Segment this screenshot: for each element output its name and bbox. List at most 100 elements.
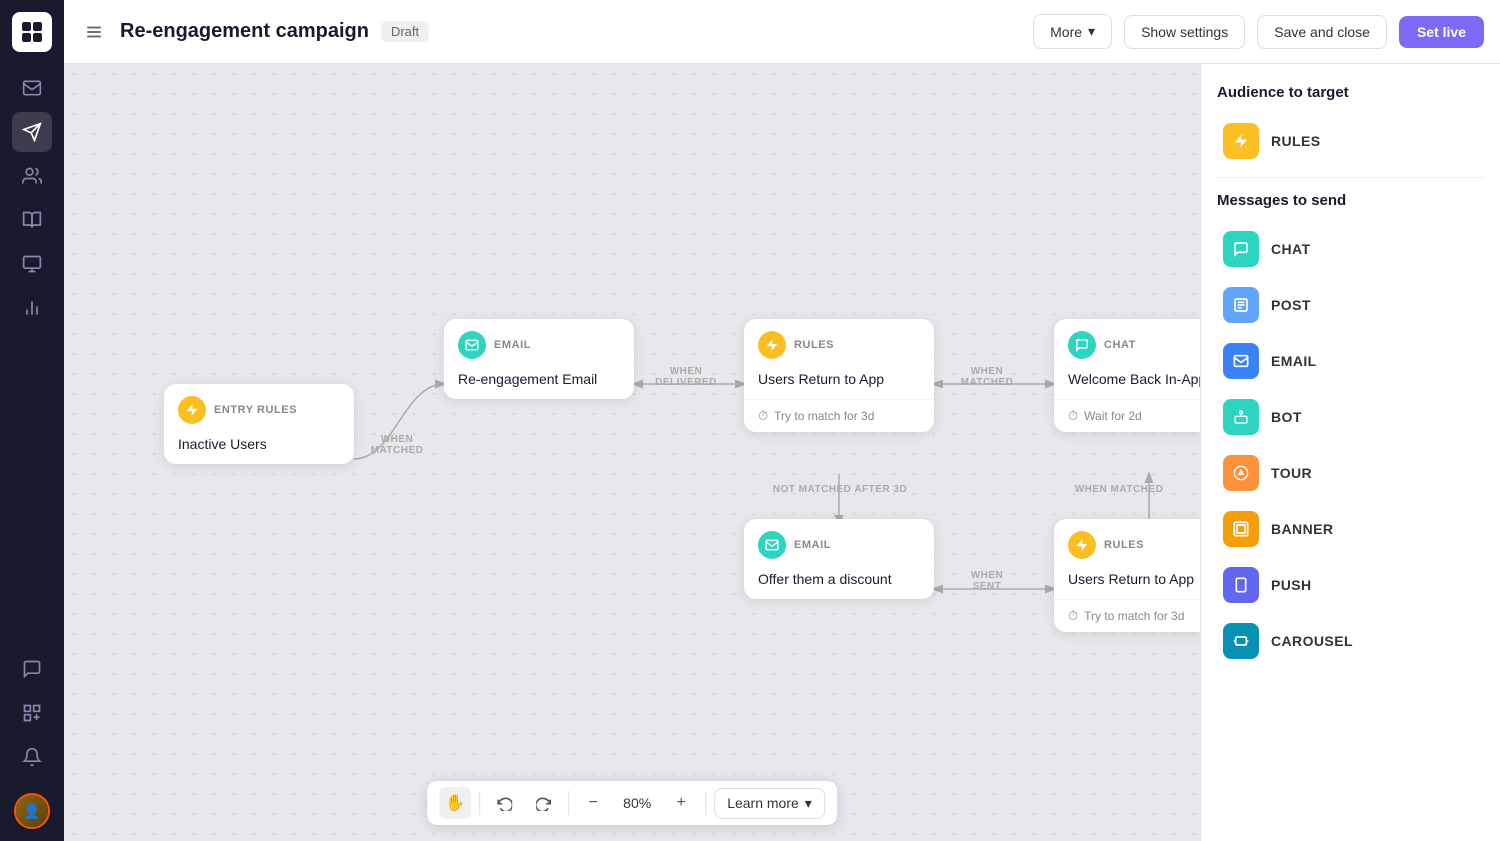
panel-item-rules-audience[interactable]: RULES — [1217, 115, 1484, 167]
rules1-type-label: RULES — [794, 339, 834, 351]
toolbar-divider-3 — [705, 791, 706, 815]
panel-item-chat[interactable]: CHAT — [1217, 223, 1484, 275]
messages-section-title: Messages to send — [1217, 192, 1484, 209]
toolbar-divider-1 — [479, 791, 480, 815]
panel-item-carousel[interactable]: CAROUSEL — [1217, 615, 1484, 667]
banner-panel-icon — [1223, 511, 1259, 547]
panel-item-banner[interactable]: BANNER — [1217, 503, 1484, 555]
push-panel-label: PUSH — [1271, 577, 1312, 593]
audience-section-title: Audience to target — [1217, 84, 1484, 101]
connector-when-delivered: WHENDELIVERED — [641, 366, 731, 388]
rules-node-2[interactable]: RULES Users Return to App ⏱ Try to match… — [1054, 519, 1200, 632]
email1-icon — [458, 331, 486, 359]
sidebar-item-mail[interactable] — [12, 68, 52, 108]
bot-panel-label: BOT — [1271, 409, 1302, 425]
chat-panel-icon — [1223, 231, 1259, 267]
main-content: Re-engagement campaign Draft More ▾ Show… — [64, 0, 1500, 841]
panel-item-bot[interactable]: BOT — [1217, 391, 1484, 443]
panel-item-push[interactable]: PUSH — [1217, 559, 1484, 611]
post-panel-label: POST — [1271, 297, 1311, 313]
banner-panel-label: BANNER — [1271, 521, 1333, 537]
sidebar-item-notifications[interactable] — [12, 737, 52, 777]
page-title: Re-engagement campaign — [120, 20, 369, 43]
carousel-panel-icon — [1223, 623, 1259, 659]
entry-type-label: ENTRY RULES — [214, 404, 297, 416]
email2-content: Offer them a discount — [744, 567, 934, 599]
chat-icon — [1068, 331, 1096, 359]
right-panel: Audience to target RULES Messages to sen… — [1200, 64, 1500, 841]
rules2-type-label: RULES — [1104, 539, 1144, 551]
rules1-icon — [758, 331, 786, 359]
email-node-2[interactable]: EMAIL Offer them a discount — [744, 519, 934, 599]
panel-item-tour[interactable]: TOUR — [1217, 447, 1484, 499]
topbar: Re-engagement campaign Draft More ▾ Show… — [64, 0, 1500, 64]
undo-button[interactable] — [488, 787, 520, 819]
email1-content: Re-engagement Email — [444, 367, 634, 399]
rules-audience-icon — [1223, 123, 1259, 159]
show-settings-button[interactable]: Show settings — [1124, 15, 1245, 49]
zoom-out-button[interactable]: − — [577, 787, 609, 819]
rules2-content: Users Return to App — [1054, 567, 1200, 599]
panel-separator — [1217, 177, 1484, 178]
chat-node[interactable]: CHAT Welcome Back In-App ⏱ Wait for 2d — [1054, 319, 1200, 432]
rules2-icon — [1068, 531, 1096, 559]
learn-more-button[interactable]: Learn more ▾ — [714, 788, 825, 819]
connector-when-matched-3: WHEN MATCHED — [1074, 484, 1164, 495]
rules1-footer: ⏱ Try to match for 3d — [744, 399, 934, 432]
sidebar-item-analytics[interactable] — [12, 288, 52, 328]
push-panel-icon — [1223, 567, 1259, 603]
email1-type-label: EMAIL — [494, 339, 531, 351]
sidebar-item-addons[interactable] — [12, 693, 52, 733]
canvas-toolbar: ✋ − 80% + Learn more ▾ — [427, 781, 837, 825]
rules-audience-label: RULES — [1271, 133, 1321, 149]
entry-rules-node[interactable]: ENTRY RULES Inactive Users — [164, 384, 354, 464]
connector-when-matched-1: WHENMATCHED — [362, 434, 432, 456]
chat-footer: ⏱ Wait for 2d — [1054, 399, 1200, 432]
chat-content: Welcome Back In-App — [1054, 367, 1200, 399]
rules-node-1[interactable]: RULES Users Return to App ⏱ Try to match… — [744, 319, 934, 432]
email-node-1[interactable]: EMAIL Re-engagement Email — [444, 319, 634, 399]
email2-type-label: EMAIL — [794, 539, 831, 551]
sidebar-item-campaigns[interactable] — [12, 112, 52, 152]
tour-panel-icon — [1223, 455, 1259, 491]
hand-tool-button[interactable]: ✋ — [439, 787, 471, 819]
chat-panel-label: CHAT — [1271, 241, 1311, 257]
user-avatar[interactable]: 👤 — [14, 793, 50, 829]
tour-panel-label: TOUR — [1271, 465, 1312, 481]
node-header: ENTRY RULES — [164, 384, 354, 432]
redo-button[interactable] — [528, 787, 560, 819]
flow-canvas[interactable]: ENTRY RULES Inactive Users WHENMATCHED E… — [64, 64, 1200, 841]
rules1-content: Users Return to App — [744, 367, 934, 399]
avatar-initials: 👤 — [16, 795, 48, 827]
save-close-button[interactable]: Save and close — [1257, 15, 1387, 49]
email-panel-icon — [1223, 343, 1259, 379]
canvas-area: ENTRY RULES Inactive Users WHENMATCHED E… — [64, 64, 1500, 841]
sidebar-item-messages[interactable] — [12, 649, 52, 689]
learn-more-dropdown-icon: ▾ — [805, 795, 812, 812]
more-button[interactable]: More ▾ — [1033, 14, 1112, 49]
app-logo[interactable] — [12, 12, 52, 52]
entry-rules-icon — [178, 396, 206, 424]
dropdown-icon: ▾ — [1088, 23, 1095, 40]
connector-not-matched: NOT MATCHED AFTER 3D — [750, 484, 930, 495]
panel-item-post[interactable]: POST — [1217, 279, 1484, 331]
sidebar-item-users[interactable] — [12, 156, 52, 196]
carousel-panel-label: CAROUSEL — [1271, 633, 1353, 649]
menu-icon[interactable] — [80, 18, 108, 46]
draft-badge: Draft — [381, 21, 429, 42]
sidebar: 👤 — [0, 0, 64, 841]
email-panel-label: EMAIL — [1271, 353, 1317, 369]
post-panel-icon — [1223, 287, 1259, 323]
chat-type-label: CHAT — [1104, 339, 1136, 351]
zoom-level: 80% — [617, 795, 657, 811]
rules2-footer: ⏱ Try to match for 3d — [1054, 599, 1200, 632]
set-live-button[interactable]: Set live — [1399, 16, 1484, 48]
toolbar-divider-2 — [568, 791, 569, 815]
panel-item-email[interactable]: EMAIL — [1217, 335, 1484, 387]
email2-icon — [758, 531, 786, 559]
zoom-in-button[interactable]: + — [665, 787, 697, 819]
sidebar-item-inbox[interactable] — [12, 244, 52, 284]
sidebar-item-knowledge[interactable] — [12, 200, 52, 240]
bot-panel-icon — [1223, 399, 1259, 435]
connector-when-sent: WHENSENT — [942, 570, 1032, 592]
